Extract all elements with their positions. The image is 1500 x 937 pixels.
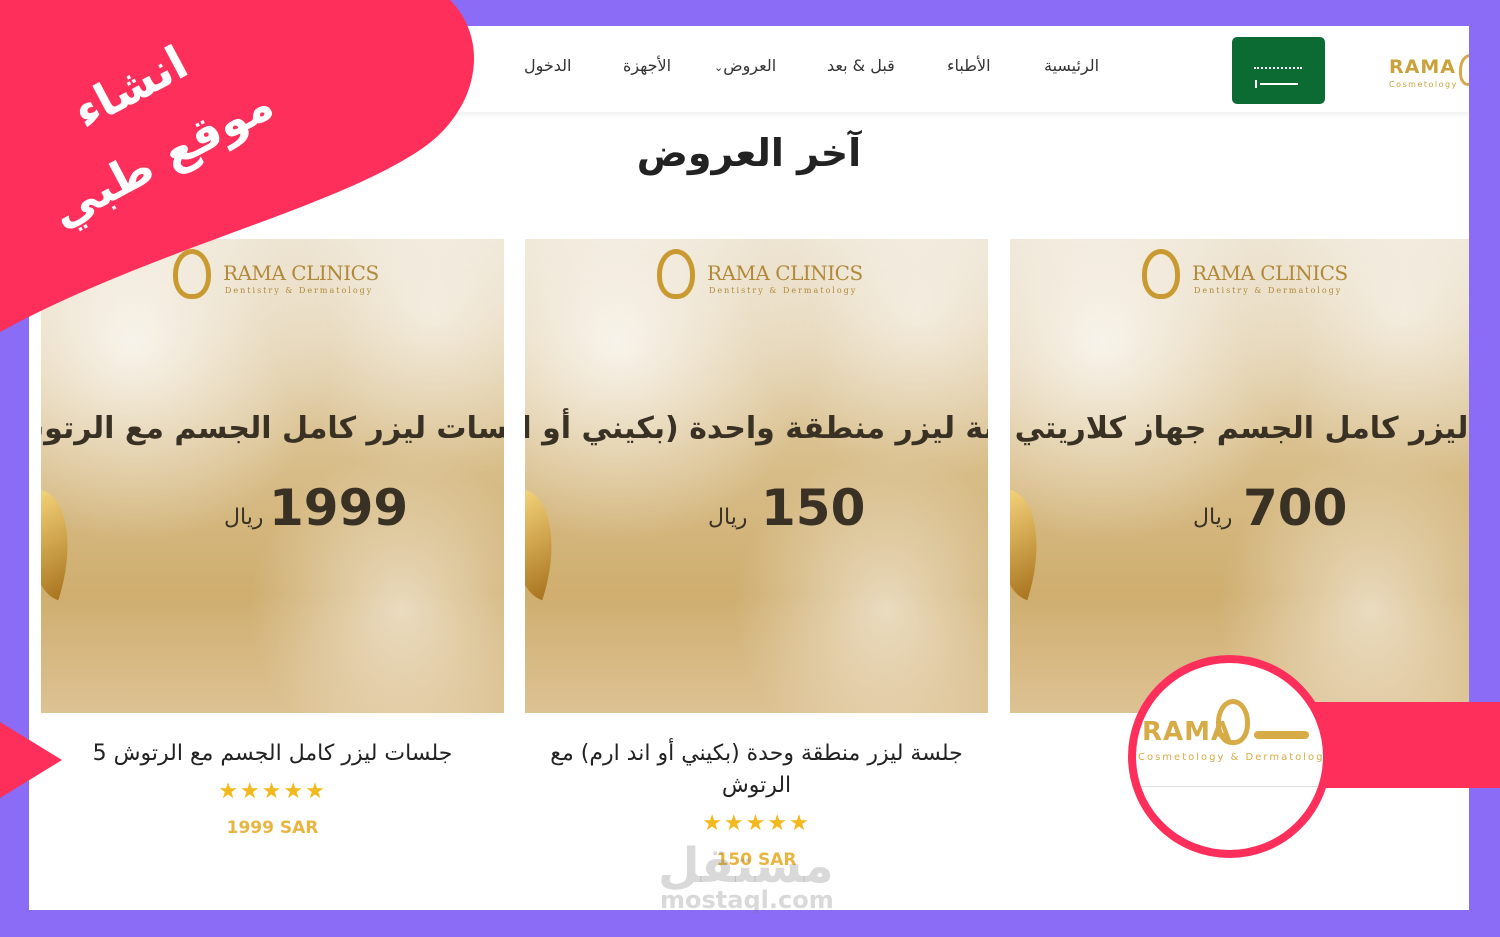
nav-before-after[interactable]: قبل & بعد [827, 56, 895, 75]
clinic-brand: RAMA CLINICS [1192, 261, 1348, 285]
offer-image[interactable]: RAMA CLINICS Dentistry & Dermatology ليز… [1010, 239, 1469, 713]
flag-sword [1255, 80, 1298, 88]
zoom-divider [1136, 786, 1323, 787]
nav-devices[interactable]: الأجهزة [623, 56, 671, 75]
rating-stars: ★★★★★ [218, 779, 327, 804]
clinic-logo-icon [1142, 249, 1180, 299]
nav-doctors[interactable]: الأطباء [947, 56, 991, 75]
gold-leaf-icon [41, 489, 90, 601]
brand-sub: Cosmetology [1389, 80, 1458, 89]
logo-mark-icon [1459, 54, 1469, 86]
zoom-logo-arabic-stroke [1254, 731, 1309, 739]
brand-logo[interactable]: RAMA Cosmetology [1387, 52, 1469, 96]
offer-title[interactable]: جلسات ليزر كامل الجسم مع الرتوش 5 [41, 738, 504, 770]
zoom-logo-sub: Cosmetology & Dermatology [1138, 752, 1331, 763]
arrow-pointer-icon [0, 722, 62, 798]
offer-headline: ليزر كامل الجسم جهاز كلاريتي [1014, 411, 1469, 446]
offer-price: 1999 SAR [226, 818, 319, 838]
clinic-brand-sub: Dentistry & Dermatology [1194, 286, 1343, 295]
offer-headline: جلسات ليزر كامل الجسم مع الرتوش [41, 411, 504, 446]
offer-image[interactable]: RAMA CLINICS Dentistry & Dermatology جلس… [525, 239, 988, 713]
offer-price-number: 1999 [269, 479, 409, 537]
offer-headline: جلسة ليزر منطقة واحدة (بكيني أو اند ارم)… [525, 411, 988, 446]
promo-ribbon [0, 0, 474, 332]
nav-offers[interactable]: العروض⌄ [714, 56, 776, 75]
logo-zoom-circle: RAMA Cosmetology & Dermatology [1128, 655, 1331, 858]
offer-price-number: 150 [761, 479, 866, 537]
watermark-url: mostaql.com [660, 886, 834, 914]
rating-stars: ★★★★★ [702, 811, 811, 836]
brand-name: RAMA [1389, 56, 1456, 78]
clinic-brand-sub: Dentistry & Dermatology [709, 286, 858, 295]
nav-home[interactable]: الرئيسية [1044, 56, 1099, 75]
offer-title[interactable]: جلسة ليزر منطقة وحدة (بكيني أو اند ارم) … [525, 738, 988, 802]
clinic-logo-icon [657, 249, 695, 299]
gold-leaf-icon [1010, 489, 1059, 601]
offer-price-number: 700 [1243, 479, 1348, 537]
offer-price-currency: ريال [224, 505, 264, 530]
nav-offers-label: العروض [723, 56, 777, 75]
chevron-down-icon: ⌄ [714, 61, 724, 74]
offer-price-currency: ريال [708, 505, 748, 530]
nav-login[interactable]: الدخول [524, 56, 572, 75]
saudi-flag-icon[interactable] [1232, 37, 1325, 104]
gold-leaf-icon [525, 489, 574, 601]
offer-price-currency: ريال [1193, 505, 1233, 530]
clinic-brand: RAMA CLINICS [707, 261, 863, 285]
zoom-logo-mark-icon [1216, 699, 1250, 745]
flag-script [1254, 53, 1302, 69]
